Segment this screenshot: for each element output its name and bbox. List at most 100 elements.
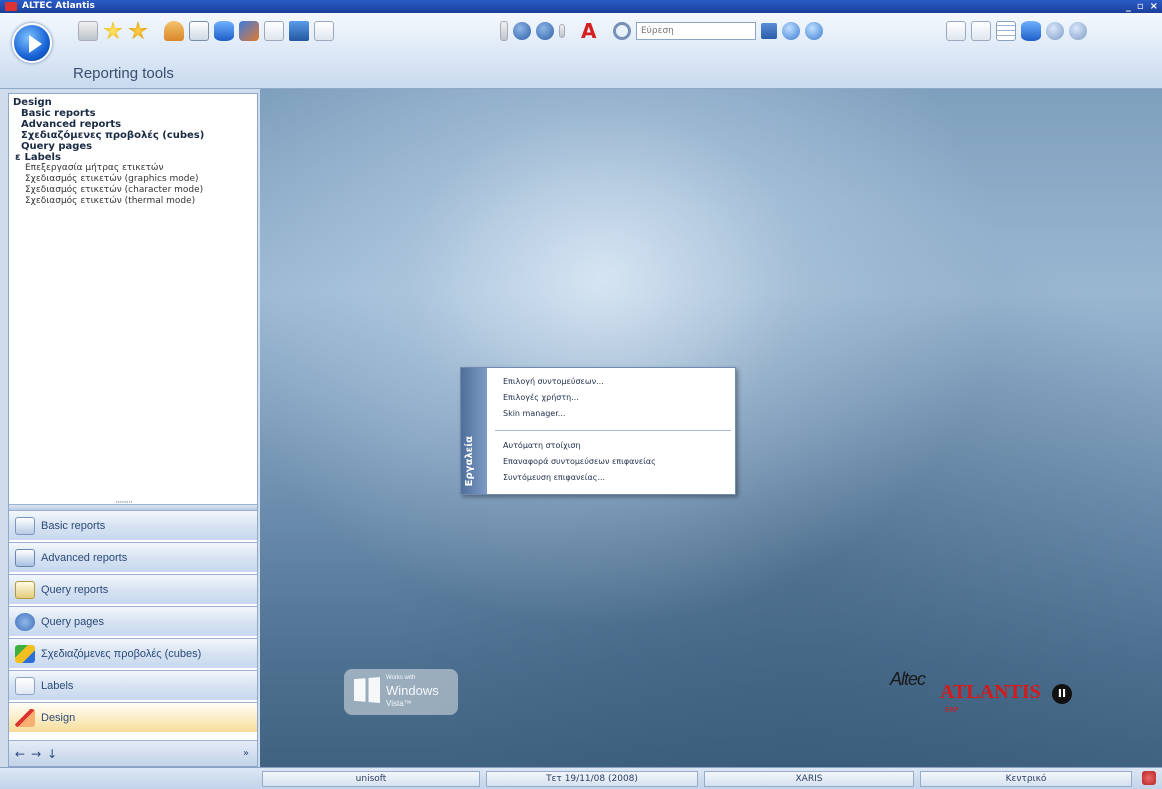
search-go-button[interactable] <box>761 23 777 39</box>
title-bar: ALTEC Atlantis _ ▫ × <box>0 0 1162 13</box>
grip-icon <box>500 21 508 41</box>
refresh-icon[interactable] <box>1046 22 1064 40</box>
maximize-button[interactable]: ▫ <box>1137 0 1144 13</box>
arrow-down-icon[interactable] <box>513 22 531 40</box>
status-date: Τετ 19/11/08 (2008) <box>486 771 698 787</box>
navigation-pane: Design Basic reports Advanced reports Σχ… <box>8 93 258 767</box>
brand-badge: II <box>1052 684 1072 704</box>
tree-subitem-character-mode[interactable]: Σχεδιασμός ετικετών (character mode) <box>13 185 253 196</box>
database-icon[interactable] <box>214 21 234 41</box>
tools-context-menu: Εργαλεία Επιλογή συντομεύσεων... Επιλογέ… <box>460 367 736 495</box>
menu-item-desktop-shortcut[interactable]: Συντόμευση επιφανείας... <box>495 470 731 486</box>
brand-atlantis: ATLANTIS <box>940 681 1041 703</box>
basic-reports-icon <box>15 516 35 535</box>
new-document-icon[interactable] <box>78 21 98 41</box>
down-arrow-icon[interactable]: ↓ <box>47 747 57 761</box>
nav-button-query-reports[interactable]: Query reports <box>9 574 257 604</box>
close-button[interactable]: × <box>1150 0 1158 13</box>
search-icon[interactable] <box>613 22 631 40</box>
tree-subitem-label-matrix[interactable]: Επεξεργασία μήτρας ετικετών <box>13 163 253 174</box>
nav-button-label: Advanced reports <box>41 551 128 564</box>
nav-button-label: Design <box>41 711 76 724</box>
nav-button-label: Query pages <box>41 615 104 628</box>
document-icon[interactable] <box>971 21 991 41</box>
advanced-reports-icon <box>15 548 35 567</box>
nav-button-labels[interactable]: Labels <box>9 670 257 700</box>
paint-icon[interactable] <box>239 21 259 41</box>
arrow-up-icon[interactable] <box>536 22 554 40</box>
back-arrow-icon[interactable]: ← <box>15 747 25 761</box>
status-alert-icon[interactable] <box>1142 771 1156 785</box>
grid-icon[interactable] <box>996 21 1016 41</box>
status-user: unisoft <box>262 771 480 787</box>
report-icon[interactable] <box>946 21 966 41</box>
ribbon-title: Reporting tools <box>73 65 174 82</box>
menu-item-select-shortcuts[interactable]: Επιλογή συντομεύσεων... <box>495 374 731 390</box>
help-icon[interactable] <box>1069 22 1087 40</box>
altec-atlantis-logo: Altec ATLANTIS II ERP <box>890 669 1090 729</box>
context-menu-side-strip: Εργαλεία <box>461 368 487 494</box>
menu-item-restore-desktop-shortcuts[interactable]: Επαναφορά συντομεύσεων επιφανείας <box>495 454 731 470</box>
tree-root: Design <box>13 97 52 108</box>
tree-item-query-pages[interactable]: Query pages <box>13 141 253 152</box>
context-menu-items: Επιλογή συντομεύσεων... Επιλογές χρήστη.… <box>495 370 731 486</box>
vista-logo-line3: Vista™ <box>386 699 412 708</box>
nav-button-query-pages[interactable]: Query pages <box>9 606 257 636</box>
tree-item-advanced-reports[interactable]: Advanced reports <box>13 119 253 130</box>
app-icon <box>5 2 17 11</box>
nav-button-label: Σχεδιαζόμενες προβολές (cubes) <box>41 647 202 660</box>
app-menu-orb-button[interactable] <box>12 23 52 63</box>
configure-buttons-icon[interactable]: » <box>243 748 249 759</box>
tree-subitem-graphics-mode[interactable]: Σχεδιασμός ετικετών (graphics mode) <box>13 174 253 185</box>
nav-button-cubes[interactable]: Σχεδιαζόμενες προβολές (cubes) <box>9 638 257 668</box>
menu-item-user-options[interactable]: Επιλογές χρήστη... <box>495 390 731 406</box>
toolbar-group-main <box>78 21 334 41</box>
more-icon[interactable] <box>559 24 565 38</box>
user-icon[interactable] <box>164 21 184 41</box>
nav-footer: ← → ↓ » <box>9 740 257 766</box>
collapse-toggle-icon[interactable]: ɛ <box>15 152 21 163</box>
context-menu-title: Εργαλεία <box>464 435 475 486</box>
page-icon[interactable] <box>314 21 334 41</box>
tree-item-basic-reports[interactable]: Basic reports <box>13 108 253 119</box>
font-color-icon[interactable]: A <box>581 21 597 41</box>
labels-icon <box>15 676 35 695</box>
menu-separator <box>495 422 731 431</box>
add-favorite-star-icon[interactable] <box>128 21 148 40</box>
ribbon: Reporting tools A <box>0 13 1162 89</box>
search-input[interactable] <box>636 22 756 40</box>
brand-erp: ERP <box>945 706 959 714</box>
tree-item-cubes[interactable]: Σχεδιαζόμενες προβολές (cubes) <box>13 130 253 141</box>
menu-item-auto-arrange[interactable]: Αυτόματη στοίχιση <box>495 438 731 454</box>
save-icon[interactable] <box>1021 21 1041 41</box>
status-account: XARIS <box>704 771 914 787</box>
nav-button-basic-reports[interactable]: Basic reports <box>9 510 257 540</box>
globe-icon[interactable] <box>782 22 800 40</box>
toolbar-group-right <box>946 21 1087 41</box>
book-icon[interactable] <box>289 21 309 41</box>
window-title: ALTEC Atlantis <box>22 1 95 11</box>
edit-icon[interactable] <box>189 21 209 41</box>
sheet-icon[interactable] <box>264 21 284 41</box>
toolbar-group-nav: A <box>500 21 823 41</box>
tree-group-label: Labels <box>24 152 61 163</box>
design-brush-icon <box>15 708 35 727</box>
nav-button-design[interactable]: Design <box>9 702 257 732</box>
query-pages-icon <box>15 612 35 631</box>
favorites-star-icon[interactable] <box>103 21 123 40</box>
status-bar: unisoft Τετ 19/11/08 (2008) XARIS Κεντρι… <box>0 767 1162 789</box>
nav-button-advanced-reports[interactable]: Advanced reports <box>9 542 257 572</box>
brand-altec: Altec <box>890 669 926 689</box>
minimize-button[interactable]: _ <box>1126 0 1131 13</box>
web-refresh-icon[interactable] <box>805 22 823 40</box>
nav-button-label: Labels <box>41 679 74 692</box>
vista-logo-line2: Windows <box>386 683 439 698</box>
forward-arrow-icon[interactable]: → <box>31 747 41 761</box>
design-tree: Design Basic reports Advanced reports Σχ… <box>9 94 257 504</box>
window-controls: _ ▫ × <box>1126 0 1158 13</box>
menu-item-skin-manager[interactable]: Skin manager... <box>495 406 731 422</box>
tree-group-labels[interactable]: ɛ Labels <box>13 152 253 163</box>
tree-subitem-thermal-mode[interactable]: Σχεδιασμός ετικετών (thermal mode) <box>13 196 253 207</box>
vista-logo-line1: Works with <box>386 675 416 681</box>
cubes-icon <box>15 644 35 663</box>
